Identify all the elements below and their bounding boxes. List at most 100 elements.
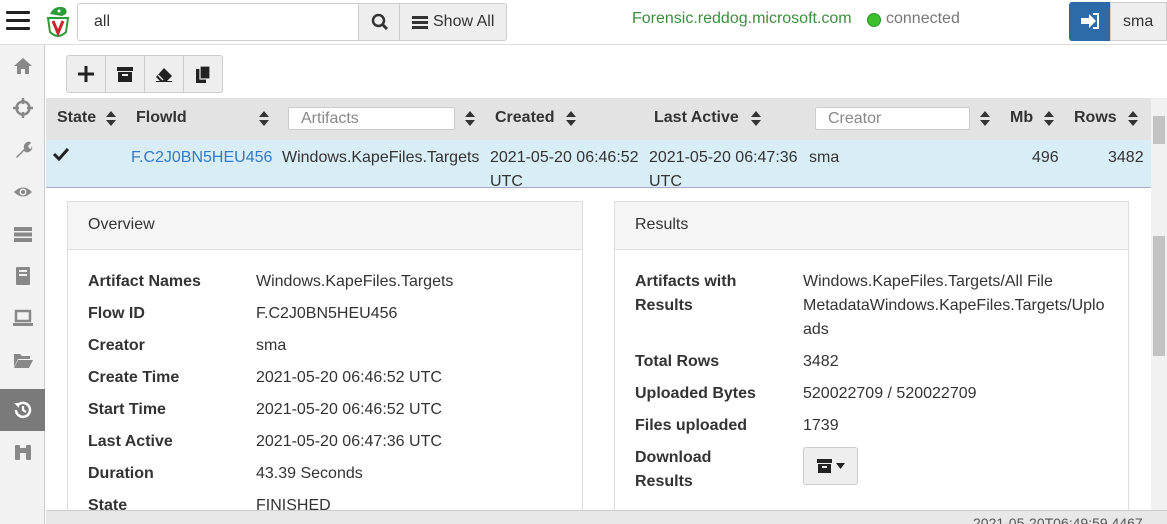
uploaded-bytes-label: Uploaded Bytes: [635, 385, 756, 402]
sidebar-item-hunts[interactable]: [0, 431, 45, 473]
copy-collection-button[interactable]: [183, 55, 223, 93]
search-button[interactable]: [358, 3, 400, 41]
overview-label: State: [88, 497, 128, 510]
logout-button[interactable]: [1069, 2, 1111, 41]
user-menu-button[interactable]: sma: [1110, 2, 1167, 41]
overview-value: 2021-05-20 06:46:52 UTC: [256, 369, 442, 386]
flow-id-link[interactable]: F.C2J0BN5HEU456: [131, 146, 272, 170]
sidebar-item-events[interactable]: [0, 171, 45, 213]
archive-icon: [816, 459, 832, 473]
history-icon: [13, 401, 31, 419]
cell-rows: 3482: [1108, 149, 1144, 166]
artifacts-with-results-label: Results: [635, 297, 693, 314]
table-row[interactable]: F.C2J0BN5HEU456 Windows.KapeFiles.Target…: [46, 140, 1151, 190]
wrench-icon: [15, 141, 32, 158]
sidebar-item-notebooks[interactable]: [0, 255, 45, 297]
connection-status-icon: [867, 13, 881, 27]
sidebar-item-artifacts[interactable]: [0, 129, 45, 171]
sort-icon[interactable]: [106, 111, 116, 126]
delete-collection-button[interactable]: [144, 55, 184, 93]
sidebar-item-vfs[interactable]: [0, 339, 45, 381]
total-rows-label: Total Rows: [635, 353, 720, 370]
column-header-rows[interactable]: Rows: [1074, 98, 1117, 140]
files-uploaded-value: 1739: [803, 417, 839, 434]
sidebar-item-flows[interactable]: [0, 389, 45, 431]
sort-icon[interactable]: [751, 111, 761, 126]
sidebar-item-home[interactable]: [0, 45, 45, 87]
velociraptor-logo[interactable]: [44, 4, 72, 42]
footer-timestamp: 2021-05-20T06:49:59.4467: [973, 515, 1143, 524]
sort-icon[interactable]: [566, 111, 576, 126]
sidebar-item-clients[interactable]: [0, 297, 45, 339]
plus-icon: [78, 66, 94, 82]
hamburger-menu-icon[interactable]: [6, 11, 30, 33]
status-footer: 2021-05-20T06:49:59.4467: [46, 510, 1167, 524]
home-icon: [13, 58, 32, 74]
artifacts-with-results-label: Artifacts with: [635, 273, 737, 290]
results-panel: Results Artifacts with Results Windows.K…: [614, 201, 1129, 510]
creator-filter-input[interactable]: Creator: [815, 107, 970, 130]
show-all-label: Show All: [433, 13, 495, 30]
sort-icon[interactable]: [1128, 111, 1138, 126]
new-collection-button[interactable]: [66, 55, 106, 93]
column-header-last-active[interactable]: Last Active: [654, 98, 739, 140]
overview-label: Last Active: [88, 433, 173, 450]
cell-last-active-date: 2021-05-20 06:47:36: [649, 149, 798, 166]
laptop-icon: [12, 309, 33, 326]
artifacts-with-results-value: ads: [803, 321, 829, 338]
files-uploaded-label: Files uploaded: [635, 417, 748, 434]
overview-label: Artifact Names: [88, 273, 201, 290]
overview-panel: Overview Artifact Names Windows.KapeFile…: [67, 201, 583, 510]
overview-value: sma: [256, 337, 287, 354]
crosshairs-icon: [12, 98, 33, 118]
scrollbar-thumb[interactable]: [1153, 116, 1165, 144]
overview-value: FINISHED: [256, 497, 331, 510]
column-header-mb[interactable]: Mb: [1010, 98, 1033, 140]
overview-label: Flow ID: [88, 305, 145, 322]
flows-toolbar: [66, 55, 223, 93]
download-results-label: Download: [635, 449, 712, 466]
details-scrollbar[interactable]: [1151, 188, 1167, 510]
sort-icon[interactable]: [259, 111, 269, 126]
artifacts-with-results-value: Windows.KapeFiles.Targets/All File: [803, 273, 1053, 290]
list-icon: [412, 16, 428, 29]
overview-value: 2021-05-20 06:46:52 UTC: [256, 401, 442, 418]
sort-icon[interactable]: [465, 111, 475, 126]
archive-collection-button[interactable]: [105, 55, 145, 93]
sidebar-item-server[interactable]: [0, 213, 45, 255]
server-icon: [13, 227, 32, 242]
overview-label: Create Time: [88, 369, 180, 386]
search-input[interactable]: all: [77, 3, 359, 41]
flow-details: Overview Artifact Names Windows.KapeFile…: [46, 188, 1151, 510]
table-scrollbar[interactable]: [1151, 98, 1167, 188]
copy-icon: [195, 65, 211, 83]
column-header-created[interactable]: Created: [495, 98, 555, 140]
cell-mb: 496: [1032, 149, 1059, 166]
eye-icon: [13, 187, 32, 197]
eraser-icon: [156, 67, 172, 82]
overview-value: Windows.KapeFiles.Targets: [256, 273, 454, 290]
results-title: Results: [615, 202, 1128, 250]
scrollbar-thumb[interactable]: [1153, 236, 1165, 356]
binoculars-icon: [14, 445, 31, 460]
overview-label: Creator: [88, 337, 145, 354]
total-rows-value: 3482: [803, 353, 839, 370]
sign-out-icon: [1081, 13, 1099, 29]
download-results-button[interactable]: [803, 447, 858, 485]
server-name: Forensic.reddog.microsoft.com: [632, 10, 852, 27]
uploaded-bytes-value: 520022709 / 520022709: [803, 385, 977, 402]
column-header-flowid[interactable]: FlowId: [136, 98, 187, 140]
archive-icon: [117, 66, 133, 82]
column-header-state[interactable]: State: [57, 98, 96, 140]
sort-icon[interactable]: [1044, 111, 1054, 126]
cell-created-date: 2021-05-20 06:46:52: [490, 149, 639, 166]
artifacts-filter-input[interactable]: Artifacts: [288, 107, 455, 130]
overview-value: F.C2J0BN5HEU456: [256, 305, 398, 322]
show-all-button[interactable]: Show All: [399, 3, 507, 41]
artifacts-with-results-value: MetadataWindows.KapeFiles.Targets/Uplo: [803, 297, 1105, 314]
overview-title: Overview: [68, 202, 582, 250]
sidebar-item-hunt[interactable]: [0, 87, 45, 129]
search-icon: [371, 13, 389, 31]
check-icon: [53, 148, 69, 161]
sort-icon[interactable]: [980, 111, 990, 126]
